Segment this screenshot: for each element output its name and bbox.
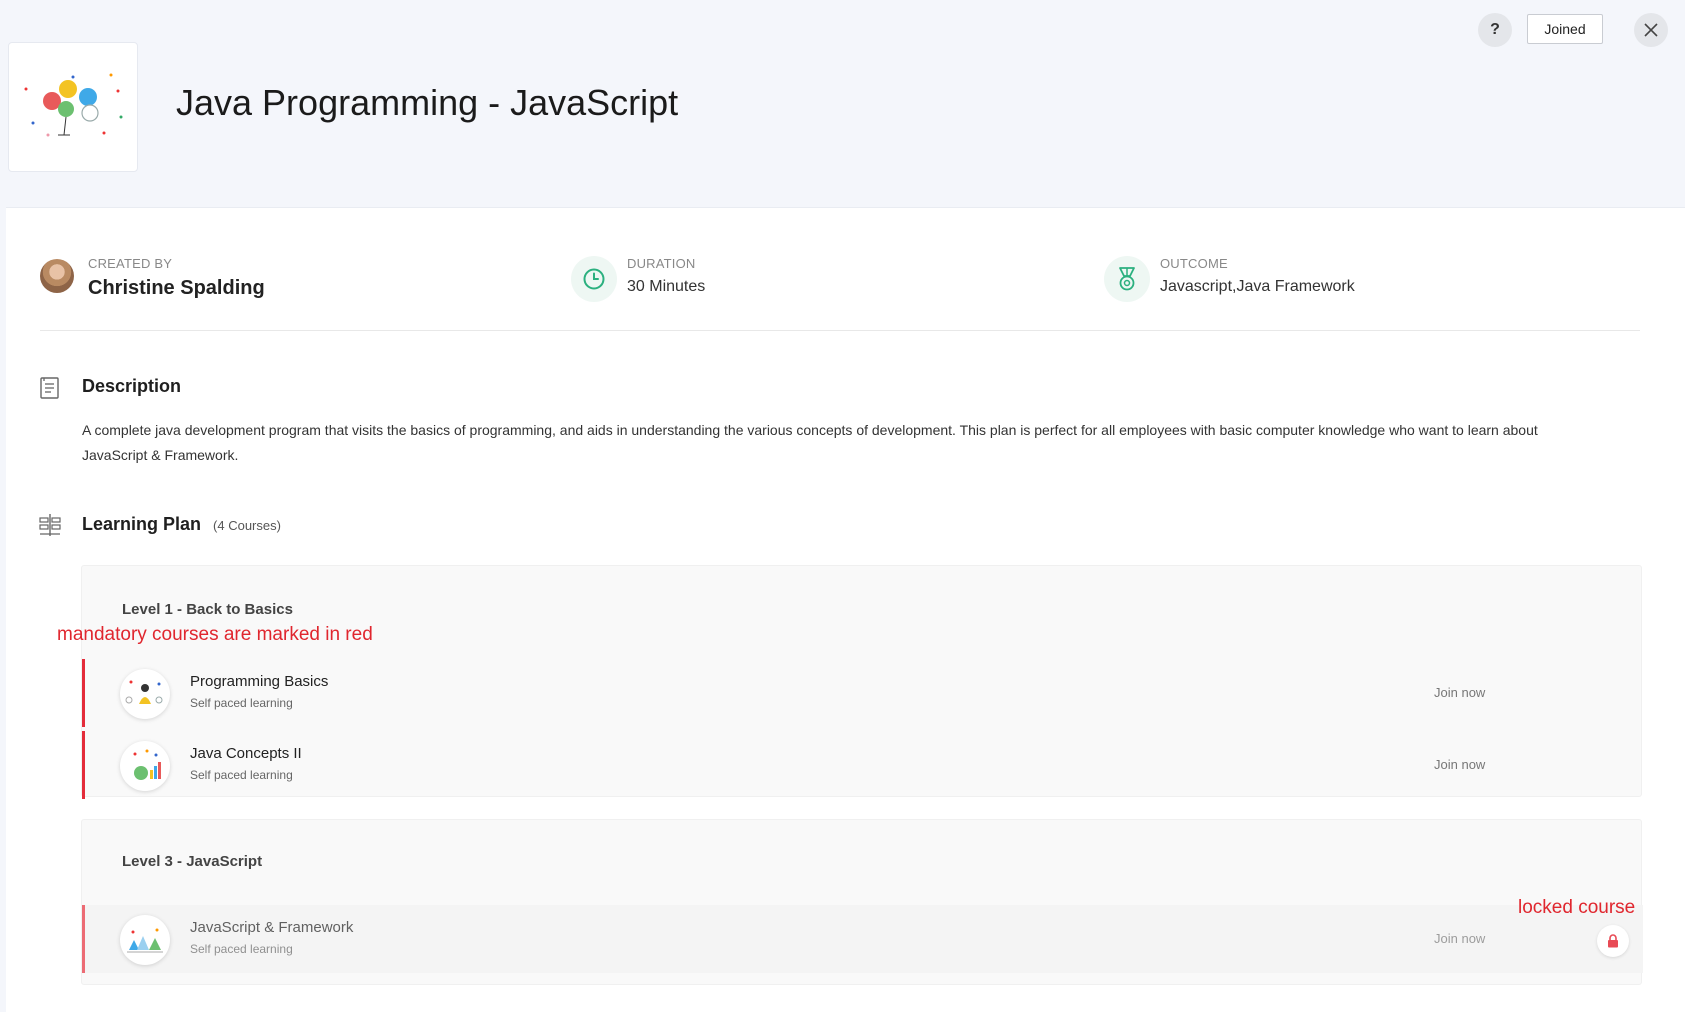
course-row-programming-basics[interactable]: Programming Basics Self paced learning J… [82,659,1643,727]
learning-plan-title: Learning Plan (4 Courses) [82,514,281,535]
level-title: Level 1 - Back to Basics [122,601,293,618]
created-by-block: CREATED BY Christine Spalding [40,256,480,304]
course-thumbnail [120,741,170,791]
course-row-java-concepts[interactable]: Java Concepts II Self paced learning Joi… [82,731,1643,799]
course-thumbnail [120,915,170,965]
avatar [40,259,74,293]
locked-badge [1597,925,1629,957]
outcome-value: Javascript,Java Framework [1160,278,1355,295]
duration-label: DURATION [627,256,696,271]
learning-plan-label: Learning Plan [82,514,202,534]
document-icon [40,377,59,399]
join-now-button[interactable]: Join now [1434,757,1485,772]
course-thumbnail [120,669,170,719]
duration-block: DURATION 30 Minutes [571,256,1011,304]
clock-icon [571,256,617,302]
course-type: Self paced learning [190,696,293,710]
mandatory-marker [82,659,85,727]
programming-illustration-icon [125,680,163,704]
course-title[interactable]: Programming Basics [190,673,328,690]
level-3-section: Level 3 - JavaScript JavaScript & Framew… [81,819,1643,985]
plan-illustration-icon [24,73,123,137]
close-icon [1644,23,1658,37]
description-text: A complete java development program that… [82,422,1538,463]
lock-icon [1608,934,1618,948]
join-now-button[interactable]: Join now [1434,931,1485,946]
meta-divider [40,330,1640,331]
course-count: (4 Courses) [213,518,281,533]
outcome-block: OUTCOME Javascript,Java Framework [1104,256,1604,304]
duration-value: 30 Minutes [627,278,706,295]
join-now-button[interactable]: Join now [1434,685,1485,700]
course-type: Self paced learning [190,768,293,782]
creator-name: Christine Spalding [88,277,265,299]
medal-icon [1104,256,1150,302]
help-button[interactable]: ? [1478,13,1512,47]
joined-button[interactable]: Joined [1527,14,1603,44]
created-by-label: CREATED BY [88,256,173,271]
mandatory-marker [82,731,85,799]
plan-thumbnail [8,42,138,172]
page-title: Java Programming - JavaScript [176,82,679,123]
learning-plan-icon [39,514,61,536]
level-title: Level 3 - JavaScript [122,853,263,870]
locked-annotation: locked course [1518,897,1636,918]
course-title[interactable]: JavaScript & Framework [190,919,353,936]
close-button[interactable] [1634,13,1668,47]
level-1-section: Level 1 - Back to Basics Programming Bas… [81,565,1643,799]
page-header: Java Programming - JavaScript ? Joined [0,0,1685,206]
plan-details: CREATED BY Christine Spalding DURATION 3… [6,207,1685,1012]
course-type: Self paced learning [190,942,293,956]
mandatory-marker [82,905,85,973]
course-title[interactable]: Java Concepts II [190,745,302,762]
mandatory-annotation: mandatory courses are marked in red [57,624,373,645]
javascript-illustration-icon [127,928,163,953]
java-concepts-illustration-icon [133,749,161,780]
outcome-label: OUTCOME [1160,256,1228,271]
description-title: Description [82,376,182,396]
course-row-javascript-framework[interactable]: JavaScript & Framework Self paced learni… [82,905,1643,973]
